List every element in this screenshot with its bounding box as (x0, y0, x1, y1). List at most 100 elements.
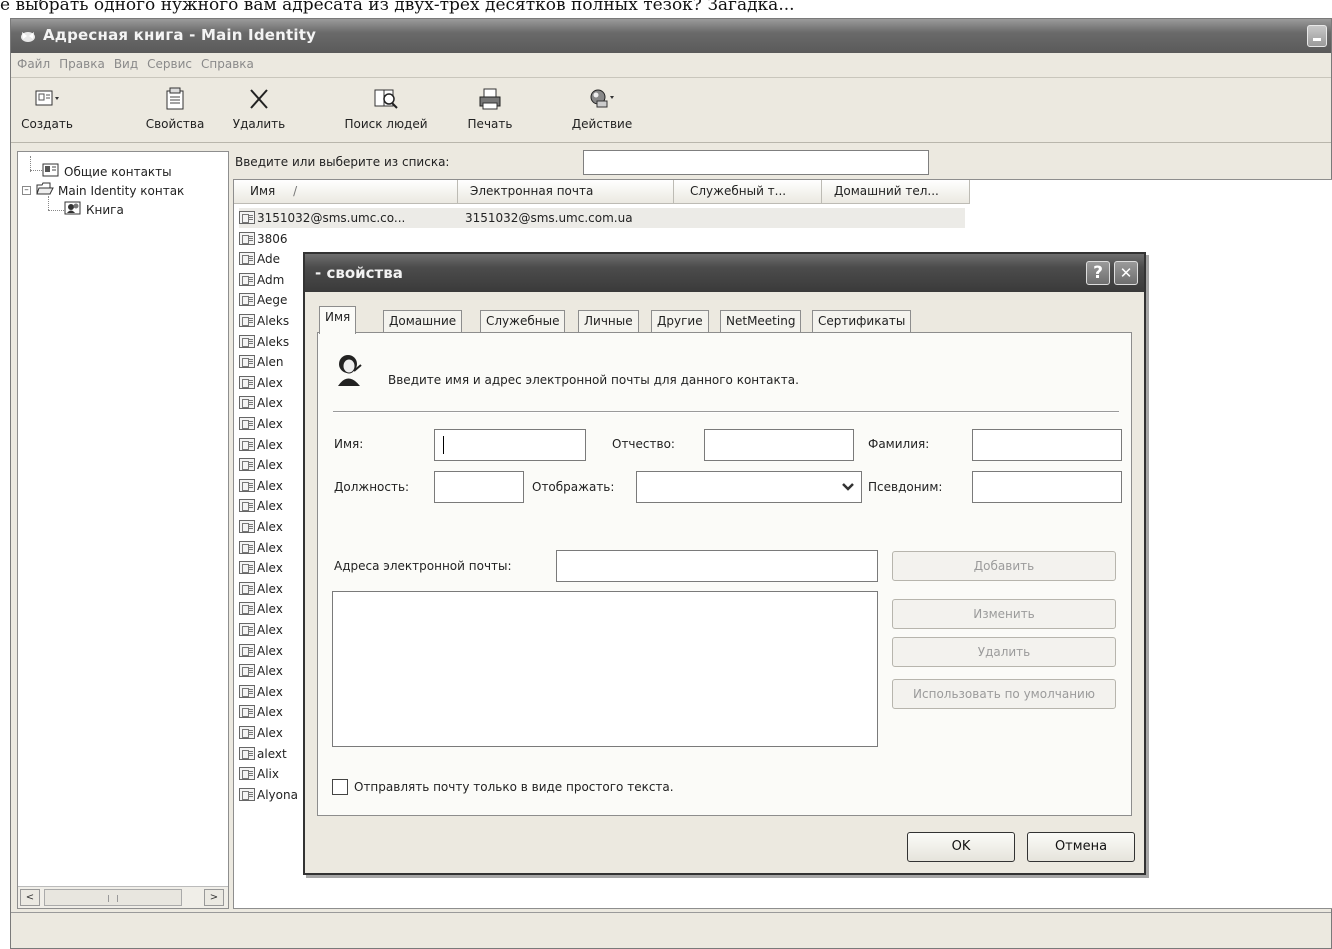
first-name-label: Имя: (334, 437, 364, 451)
scroll-right-arrow-icon[interactable]: > (204, 889, 224, 906)
contact-card-icon (239, 478, 255, 492)
page-caption-text: е выбрать одного нужного вам адресата из… (0, 0, 795, 15)
middle-name-label: Отчество: (612, 437, 675, 451)
contact-card-icon (239, 705, 255, 719)
tab-name[interactable]: Имя (319, 306, 357, 334)
set-default-email-button[interactable]: Использовать по умолчанию (892, 679, 1116, 709)
cancel-button[interactable]: Отмена (1027, 832, 1135, 862)
tree-item-main-identity[interactable]: Main Identity контак (36, 181, 184, 200)
contact-name: Alex (257, 643, 283, 658)
tree-collapse-toggle[interactable]: – (22, 186, 31, 195)
tab-home[interactable]: Домашние (383, 310, 463, 332)
tree-item-shared-contacts[interactable]: Общие контакты (42, 162, 172, 181)
create-button[interactable]: Создать (15, 82, 79, 140)
contact-card-icon (239, 726, 255, 739)
contact-card-icon (239, 767, 255, 781)
properties-button[interactable]: Свойства (137, 82, 213, 140)
folder-tree: Общие контакты – Main Identity контак Кн… (17, 151, 229, 909)
properties-label: Свойства (145, 117, 205, 131)
plain-text-label: Отправлять почту только в виде простого … (354, 780, 674, 794)
status-bar (11, 912, 1331, 948)
table-row[interactable]: 3806 (239, 229, 639, 249)
add-email-button[interactable]: Добавить (892, 551, 1116, 581)
print-label: Печать (467, 117, 513, 131)
column-header-work-phone[interactable]: Служебный т... (674, 180, 822, 204)
scroll-thumb[interactable] (44, 889, 182, 906)
tab-certificates[interactable]: Сертификаты (812, 310, 912, 332)
contact-card-icon (239, 355, 255, 369)
contact-card-icon (239, 314, 255, 327)
column-header-name[interactable]: Имя / (234, 180, 458, 204)
job-title-input[interactable] (434, 471, 524, 503)
contact-card-icon (239, 252, 255, 266)
tab-other[interactable]: Другие (651, 310, 709, 332)
contact-card-icon (239, 561, 255, 575)
edit-email-button[interactable]: Изменить (892, 599, 1116, 629)
contact-name: Alex (257, 540, 283, 555)
contact-name: Alen (257, 355, 284, 370)
menu-tools[interactable]: Сервис (147, 57, 192, 75)
tree-item-book[interactable]: Книга (64, 200, 124, 219)
table-row[interactable]: 3151032@sms.umc.co... 3151032@sms.umc.com… (239, 208, 965, 228)
find-people-label: Поиск людей (344, 117, 428, 131)
menu-view[interactable]: Вид (114, 57, 138, 75)
delete-button[interactable]: Удалить (223, 82, 295, 140)
print-button[interactable]: Печать (457, 82, 523, 140)
menu-edit[interactable]: Правка (59, 57, 105, 75)
plain-text-checkbox[interactable] (332, 779, 348, 795)
search-label: Введите или выберите из списка: (235, 155, 450, 169)
minimize-button[interactable] (1307, 25, 1327, 47)
contact-name: Alex (257, 684, 283, 699)
close-button[interactable]: ✕ (1114, 261, 1138, 285)
contact-name: Alex (257, 602, 283, 617)
tab-netmeeting[interactable]: NetMeeting (720, 310, 802, 332)
tree-label-shared: Общие контакты (64, 164, 172, 179)
contact-name: 3806 (257, 231, 288, 246)
find-people-button[interactable]: Поиск людей (341, 82, 431, 140)
window-title: Адресная книга - Main Identity (43, 26, 317, 44)
folder-open-icon (36, 181, 54, 200)
nickname-label: Псевдоним: (868, 480, 943, 494)
dialog-titlebar[interactable]: - свойства ? ✕ (305, 254, 1144, 292)
column-header-home-phone[interactable]: Домашний тел... (822, 180, 970, 204)
contact-card-icon (239, 643, 255, 657)
column-header-email[interactable]: Электронная почта (458, 180, 674, 204)
job-title-label: Должность: (334, 480, 410, 494)
contact-card-icon (239, 211, 255, 224)
display-name-select[interactable] (636, 471, 862, 503)
contact-name: Alex (257, 581, 283, 596)
email-addresses-label: Адреса электронной почты: (334, 559, 512, 573)
last-name-input[interactable] (972, 429, 1122, 461)
contact-name: Aleks (257, 314, 290, 328)
tree-connector (48, 196, 49, 210)
tree-horizontal-scrollbar[interactable]: < > (18, 886, 228, 908)
action-icon (587, 84, 617, 114)
nickname-input[interactable] (972, 471, 1122, 503)
contact-name: Alex (257, 705, 283, 720)
dialog-title: - свойства (315, 264, 403, 282)
help-button[interactable]: ? (1086, 261, 1110, 285)
shared-contacts-icon (42, 162, 60, 181)
contact-name: Adm (257, 272, 285, 287)
contact-name: Alex (257, 437, 283, 452)
contact-email: 3151032@sms.umc.com.ua (465, 211, 633, 225)
tab-business[interactable]: Служебные (480, 310, 566, 332)
contact-card-icon (239, 334, 255, 348)
first-name-input[interactable] (434, 429, 586, 461)
remove-email-button[interactable]: Удалить (892, 637, 1116, 667)
chevron-down-icon[interactable] (837, 475, 859, 499)
menu-file[interactable]: Файл (17, 57, 50, 75)
menu-help[interactable]: Справка (201, 57, 254, 75)
email-address-input[interactable] (556, 550, 878, 582)
search-input[interactable] (583, 150, 929, 175)
scroll-left-arrow-icon[interactable]: < (20, 889, 40, 906)
action-button[interactable]: Действие (559, 82, 645, 140)
tab-personal[interactable]: Личные (578, 310, 639, 332)
email-address-list[interactable] (332, 591, 878, 747)
ok-button[interactable]: OK (907, 832, 1015, 862)
contact-card-icon (239, 437, 255, 451)
window-titlebar[interactable]: Адресная книга - Main Identity (11, 19, 1331, 53)
contact-name: Alex (257, 561, 283, 576)
middle-name-input[interactable] (704, 429, 854, 461)
tree-label-main: Main Identity контак (58, 183, 185, 198)
